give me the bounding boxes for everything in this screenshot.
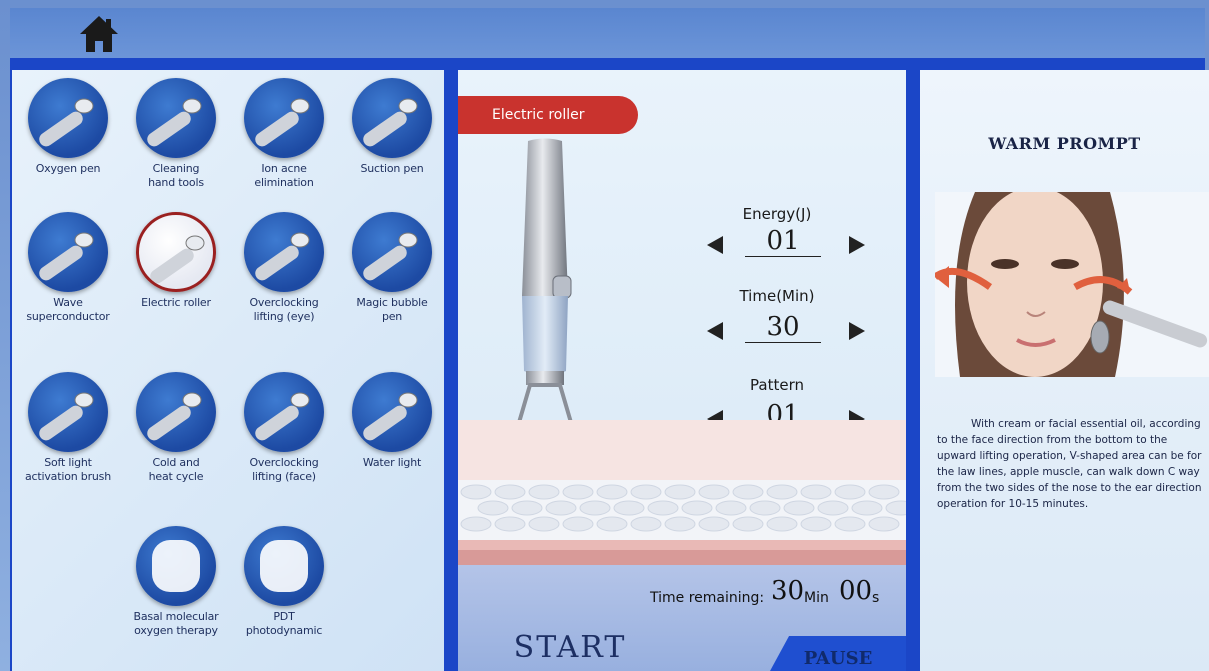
pdt-photodynamic-icon bbox=[244, 526, 324, 606]
top-bar bbox=[10, 8, 1205, 58]
tool-label: Water light bbox=[362, 456, 422, 469]
suction-pen-icon bbox=[352, 78, 432, 158]
tool-magic-bubble-pen[interactable]: Magic bubble pen bbox=[337, 212, 447, 324]
basal-molecular-oxygen-therapy-icon bbox=[136, 526, 216, 606]
ion-acne-elimination-icon bbox=[244, 78, 324, 158]
oxygen-pen-icon bbox=[28, 78, 108, 158]
wave-superconductor-icon bbox=[28, 212, 108, 292]
tool-overclocking-lifting-eye[interactable]: Overclocking lifting (eye) bbox=[229, 212, 339, 324]
pause-button[interactable]: PAUSE bbox=[770, 636, 906, 671]
tool-electric-roller[interactable]: Electric roller bbox=[121, 212, 231, 310]
water-light-icon bbox=[352, 372, 432, 452]
tool-cold-and-heat-cycle[interactable]: Cold and heat cycle bbox=[121, 372, 231, 484]
tool-pdt-photodynamic[interactable]: PDT photodynamic bbox=[229, 526, 339, 638]
tool-cleaning-hand-tools[interactable]: Cleaning hand tools bbox=[121, 78, 231, 190]
time-remaining-sec-unit: s bbox=[872, 590, 880, 606]
tool-label: Suction pen bbox=[360, 162, 424, 175]
active-tool-tab: Electric roller bbox=[458, 96, 638, 134]
time-remaining-min-unit: Min bbox=[804, 590, 829, 606]
time-remaining-seconds: 00 bbox=[839, 576, 873, 606]
overclocking-lifting-eye-icon bbox=[244, 212, 324, 292]
magic-bubble-pen-icon bbox=[352, 212, 432, 292]
tool-label: Overclocking lifting (face) bbox=[249, 456, 319, 483]
tool-label: Cleaning hand tools bbox=[148, 162, 204, 189]
tool-ion-acne-elimination[interactable]: Ion acne elimination bbox=[229, 78, 339, 190]
home-icon[interactable] bbox=[78, 14, 120, 54]
time-label: Time(Min) bbox=[739, 287, 815, 305]
time-remaining-minutes: 30 bbox=[771, 576, 805, 606]
cold-and-heat-cycle-icon bbox=[136, 372, 216, 452]
tool-overclocking-lifting-face[interactable]: Overclocking lifting (face) bbox=[229, 372, 339, 484]
tool-label: Cold and heat cycle bbox=[148, 456, 204, 483]
overclocking-lifting-face-icon bbox=[244, 372, 324, 452]
tool-label: Oxygen pen bbox=[35, 162, 101, 175]
tool-label: Overclocking lifting (eye) bbox=[249, 296, 319, 323]
prompt-title: WARM PROMPT bbox=[988, 134, 1141, 153]
soft-light-activation-brush-icon bbox=[28, 372, 108, 452]
energy-value: 01 bbox=[745, 226, 821, 257]
tool-basal-molecular-oxygen-therapy[interactable]: Basal molecular oxygen therapy bbox=[121, 526, 231, 638]
tool-label: Ion acne elimination bbox=[254, 162, 314, 189]
pattern-label: Pattern bbox=[750, 376, 804, 394]
tool-label: Magic bubble pen bbox=[356, 296, 428, 323]
electric-roller-device bbox=[499, 138, 591, 451]
tool-wave-superconductor[interactable]: Wave superconductor bbox=[13, 212, 123, 324]
skin-layer-illustration bbox=[458, 420, 906, 565]
app-screen: Oxygen pen Cleaning hand tools Ion acne el… bbox=[0, 0, 1209, 671]
tool-label: Soft light activation brush bbox=[25, 456, 111, 483]
tool-label: Electric roller bbox=[141, 296, 211, 309]
tool-oxygen-pen[interactable]: Oxygen pen bbox=[13, 78, 123, 176]
prompt-text: With cream or facial essential oil, acco… bbox=[937, 418, 1202, 510]
tool-water-light[interactable]: Water light bbox=[337, 372, 447, 470]
tool-label: Basal molecular oxygen therapy bbox=[133, 610, 219, 637]
electric-roller-icon bbox=[136, 212, 216, 292]
cleaning-hand-tools-icon bbox=[136, 78, 216, 158]
face-illustration bbox=[935, 192, 1209, 377]
tool-label: PDT photodynamic bbox=[245, 610, 323, 637]
energy-label: Energy(J) bbox=[742, 205, 812, 223]
time-value: 30 bbox=[745, 312, 821, 343]
tool-soft-light-activation-brush[interactable]: Soft light activation brush bbox=[13, 372, 123, 484]
start-button[interactable]: START bbox=[480, 630, 660, 671]
tool-label: Wave superconductor bbox=[26, 296, 110, 323]
time-remaining-label: Time remaining: bbox=[650, 590, 765, 606]
tool-suction-pen[interactable]: Suction pen bbox=[337, 78, 447, 176]
